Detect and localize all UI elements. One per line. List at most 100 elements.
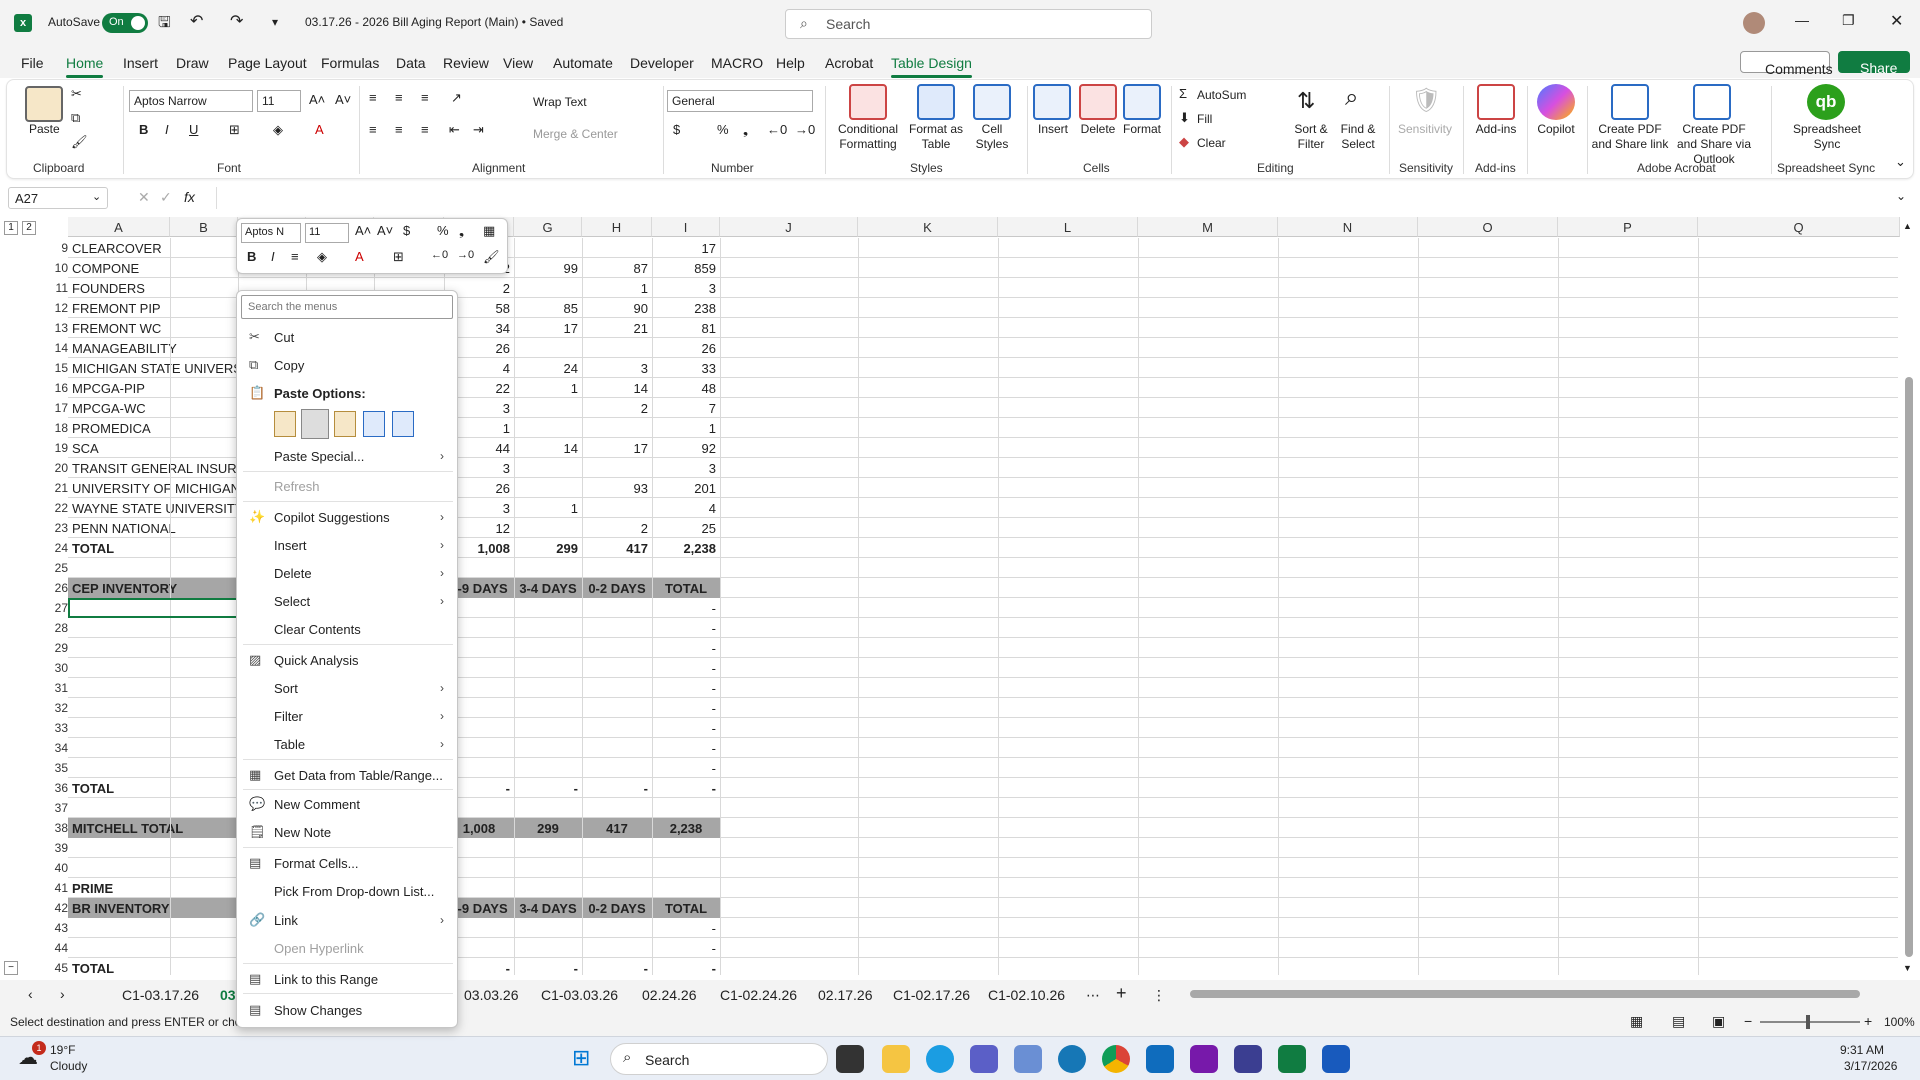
tab-automate[interactable]: Automate bbox=[553, 55, 613, 71]
row-header[interactable]: 14 bbox=[48, 341, 68, 355]
column-header-l[interactable]: L bbox=[998, 217, 1138, 237]
cell-i33[interactable]: - bbox=[652, 718, 720, 738]
cell-g19[interactable]: 14 bbox=[514, 438, 582, 458]
cell-g12[interactable]: 85 bbox=[514, 298, 582, 318]
tab-page-layout[interactable]: Page Layout bbox=[228, 55, 307, 71]
scroll-down-icon[interactable]: ▼ bbox=[1903, 963, 1912, 973]
row-header[interactable]: 20 bbox=[48, 461, 68, 475]
tab-home[interactable]: Home bbox=[66, 55, 104, 78]
sort-filter-icon[interactable]: ⇅ bbox=[1297, 88, 1315, 114]
cell-i22[interactable]: 4 bbox=[652, 498, 720, 518]
chrome-icon[interactable] bbox=[1102, 1045, 1130, 1073]
insert-cells-button[interactable]: Insert bbox=[1033, 122, 1073, 137]
document-title[interactable]: 03.17.26 - 2026 Bill Aging Report (Main)… bbox=[305, 15, 563, 29]
undo-icon[interactable]: ↶ bbox=[190, 11, 203, 31]
onenote-icon[interactable] bbox=[1190, 1045, 1218, 1073]
row-header[interactable]: 26 bbox=[48, 581, 68, 595]
menu-item-link[interactable]: Link bbox=[274, 913, 298, 928]
cell-i12[interactable]: 238 bbox=[652, 298, 720, 318]
column-header-h[interactable]: H bbox=[582, 217, 652, 237]
clock-date[interactable]: 3/17/2026 bbox=[1844, 1059, 1897, 1073]
more-sheets-icon[interactable]: ⋯ bbox=[1086, 987, 1100, 1004]
increase-font-icon[interactable]: A˄ bbox=[309, 92, 325, 107]
paste-option-formatting[interactable] bbox=[392, 411, 414, 437]
word-icon[interactable] bbox=[1322, 1045, 1350, 1073]
sensitivity-icon[interactable]: 🛡 bbox=[1411, 86, 1441, 115]
column-header-b[interactable]: B bbox=[170, 217, 238, 237]
sheet-tab-active[interactable]: 03 bbox=[220, 987, 236, 1003]
cisco-icon[interactable] bbox=[1058, 1045, 1086, 1073]
insert-cells-icon[interactable] bbox=[1033, 84, 1071, 120]
paste-icon[interactable] bbox=[25, 86, 63, 122]
menu-item-cut[interactable]: Cut bbox=[274, 330, 294, 345]
prev-sheet-icon[interactable]: ‹ bbox=[28, 986, 33, 1002]
quick-access-more-icon[interactable]: ▾ bbox=[272, 15, 278, 29]
row-header[interactable]: 27 bbox=[48, 601, 68, 615]
sort-filter-button[interactable]: Sort & Filter bbox=[1283, 122, 1339, 152]
menu-item-link-range[interactable]: Link to this Range bbox=[274, 972, 378, 987]
sheet-tab[interactable]: C1-03.17.26 bbox=[122, 987, 199, 1003]
insert-function-icon[interactable]: fx bbox=[184, 189, 195, 205]
cell-h23[interactable]: 2 bbox=[582, 518, 652, 538]
menu-item-get-data[interactable]: Get Data from Table/Range... bbox=[274, 768, 443, 783]
cut-icon[interactable]: ✂ bbox=[71, 86, 82, 102]
cell-i14[interactable]: 26 bbox=[652, 338, 720, 358]
menu-item-delete[interactable]: Delete bbox=[274, 566, 312, 581]
taskbar-search[interactable]: ⌕ Search bbox=[610, 1043, 828, 1075]
row-header[interactable]: 35 bbox=[48, 761, 68, 775]
delete-cells-button[interactable]: Delete bbox=[1077, 122, 1119, 137]
sheet-tab[interactable]: 03.03.26 bbox=[464, 987, 519, 1003]
expand-formula-icon[interactable]: ⌄ bbox=[1896, 189, 1906, 203]
menu-item-new-comment[interactable]: New Comment bbox=[274, 797, 360, 812]
align-bottom-icon[interactable]: ≡ bbox=[421, 90, 429, 105]
cell-i36[interactable]: - bbox=[652, 778, 720, 798]
align-center-icon[interactable]: ≡ bbox=[291, 249, 299, 264]
format-painter-icon[interactable]: 🖌 bbox=[483, 249, 500, 265]
clear-button[interactable]: Clear bbox=[1197, 136, 1226, 151]
copilot-icon[interactable] bbox=[1537, 84, 1575, 120]
cell-styles-icon[interactable] bbox=[973, 84, 1011, 120]
autosum-button[interactable]: AutoSum bbox=[1197, 88, 1246, 103]
merge-center-button[interactable]: Merge & Center bbox=[533, 127, 618, 142]
cell-h24[interactable]: 417 bbox=[582, 538, 652, 558]
sheet-tab[interactable]: C1-02.10.26 bbox=[988, 987, 1065, 1003]
column-header-j[interactable]: J bbox=[720, 217, 858, 237]
collapse-ribbon-icon[interactable]: ⌄ bbox=[1895, 154, 1906, 170]
cell-i31[interactable]: - bbox=[652, 678, 720, 698]
sheet-tab[interactable]: 02.17.26 bbox=[818, 987, 873, 1003]
decrease-decimal-icon[interactable]: →0 bbox=[457, 249, 474, 261]
create-pdf-outlook-icon[interactable] bbox=[1693, 84, 1731, 120]
paste-button[interactable]: Paste bbox=[29, 122, 60, 137]
menu-item-paste-special[interactable]: Paste Special... bbox=[274, 449, 364, 464]
add-ins-button[interactable]: Add-ins bbox=[1469, 122, 1523, 137]
row-header[interactable]: 38 bbox=[48, 821, 68, 835]
tab-review[interactable]: Review bbox=[443, 55, 489, 71]
cell-i15[interactable]: 33 bbox=[652, 358, 720, 378]
row-header[interactable]: 32 bbox=[48, 701, 68, 715]
cell-g26[interactable]: 3-4 DAYS bbox=[514, 578, 582, 598]
create-pdf-share-icon[interactable] bbox=[1611, 84, 1649, 120]
increase-font-icon[interactable]: A˄ bbox=[355, 223, 371, 238]
row-header[interactable]: 33 bbox=[48, 721, 68, 735]
formula-input[interactable] bbox=[216, 187, 1896, 209]
enter-icon[interactable]: ✓ bbox=[160, 189, 172, 206]
column-header-q[interactable]: Q bbox=[1698, 217, 1900, 237]
currency-icon[interactable]: $ bbox=[403, 223, 410, 238]
zoom-level[interactable]: 100% bbox=[1884, 1015, 1915, 1029]
cell-g36[interactable]: - bbox=[514, 778, 582, 798]
cell-h15[interactable]: 3 bbox=[582, 358, 652, 378]
menu-item-show-changes[interactable]: Show Changes bbox=[274, 1003, 362, 1018]
percent-icon[interactable]: % bbox=[717, 122, 729, 137]
row-header[interactable]: 28 bbox=[48, 621, 68, 635]
underline-icon[interactable]: U bbox=[189, 122, 198, 137]
cell-h36[interactable]: - bbox=[582, 778, 652, 798]
conditional-formatting-button[interactable]: Conditional Formatting bbox=[831, 122, 905, 152]
row-header[interactable]: 29 bbox=[48, 641, 68, 655]
borders-icon[interactable]: ⊞ bbox=[393, 249, 404, 265]
scroll-up-icon[interactable]: ▲ bbox=[1903, 221, 1912, 231]
row-header[interactable]: 40 bbox=[48, 861, 68, 875]
decrease-font-icon[interactable]: A˅ bbox=[377, 223, 393, 238]
menu-item-insert[interactable]: Insert bbox=[274, 538, 307, 553]
start-icon[interactable]: ⊞ bbox=[572, 1045, 590, 1071]
row-header[interactable]: 16 bbox=[48, 381, 68, 395]
